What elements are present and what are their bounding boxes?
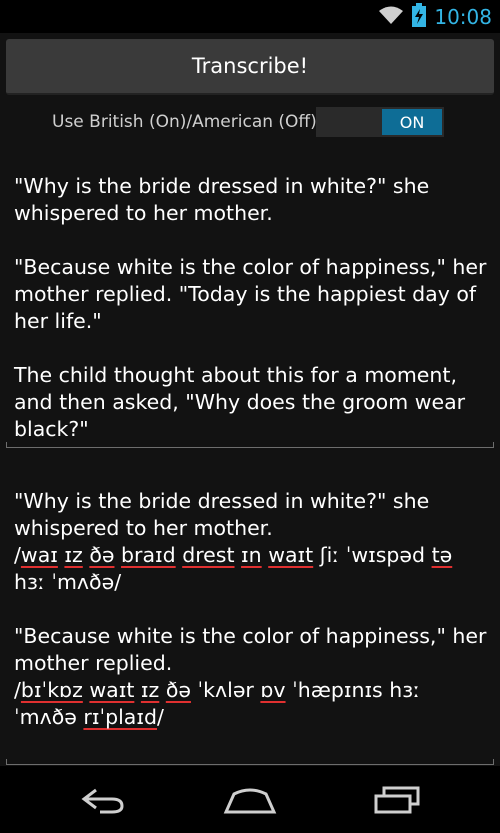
input-text-field[interactable]: "Why is the bride dressed in white?" she… xyxy=(14,173,488,443)
ipa-word-flagged: tə xyxy=(431,543,453,567)
ipa-text: ˈkʌlər xyxy=(190,678,261,702)
ipa-word-flagged: ɪn xyxy=(241,543,262,567)
switch-on-thumb[interactable]: ON xyxy=(382,109,442,135)
dialect-toggle-row: Use British (On)/American (Off) ON xyxy=(0,107,500,139)
status-icons: 10:08 xyxy=(378,0,492,33)
ipa-text: / xyxy=(157,705,164,729)
ipa-word-flagged: waɪt xyxy=(89,678,135,702)
ipa-transcription: /waɪ ɪz ðə braɪd drest ɪn waɪt ʃiː ˈwɪsp… xyxy=(14,542,488,596)
status-bar: 10:08 xyxy=(0,0,500,33)
navigation-bar xyxy=(0,766,500,833)
status-clock: 10:08 xyxy=(434,4,492,29)
dialect-toggle-label: Use British (On)/American (Off) xyxy=(52,112,317,132)
ipa-word-flagged: rɪˈplaɪd xyxy=(83,705,158,729)
output-underline xyxy=(6,759,494,765)
back-icon[interactable] xyxy=(78,786,138,814)
ipa-transcription: /bɪˈkɒz waɪt ɪz ðə ˈkʌlər ɒv ˈhæpɪnɪs hɜ… xyxy=(14,677,488,731)
recent-apps-icon[interactable] xyxy=(372,786,432,814)
ipa-text: hɜː ˈmʌðə/ xyxy=(14,570,122,594)
transcribe-button[interactable]: Transcribe! xyxy=(6,39,494,95)
ipa-word-flagged: drest xyxy=(182,543,235,567)
ipa-word-flagged: ðə xyxy=(165,678,191,702)
ipa-word-flagged: ɪz xyxy=(64,543,83,567)
ipa-word-flagged: waɪ xyxy=(20,543,58,567)
battery-charging-icon xyxy=(412,2,427,31)
dialect-switch[interactable]: ON xyxy=(316,107,444,137)
home-icon[interactable] xyxy=(222,786,282,814)
ipa-word-flagged: ðə xyxy=(89,543,115,567)
input-paragraph: The child thought about this for a momen… xyxy=(14,363,472,441)
ipa-word-flagged: ɪz xyxy=(140,678,160,702)
wifi-icon xyxy=(378,5,404,29)
output-text-field[interactable]: "Why is the bride dressed in white?" she… xyxy=(14,488,488,731)
output-paragraph: "Why is the bride dressed in white?" she… xyxy=(14,489,436,540)
ipa-text: ʃiː ˈwɪspəd xyxy=(313,543,432,567)
app-content: Transcribe! Use British (On)/American (O… xyxy=(0,33,500,766)
ipa-word-flagged: waɪt xyxy=(268,543,314,567)
ipa-word-flagged: braɪd xyxy=(121,543,176,567)
output-paragraph: "Because white is the color of happiness… xyxy=(14,624,493,675)
input-underline xyxy=(6,442,494,448)
input-paragraph: "Why is the bride dressed in white?" she… xyxy=(14,174,436,225)
input-paragraph: "Because white is the color of happiness… xyxy=(14,255,493,333)
ipa-word-flagged: bɪˈkɒz xyxy=(20,678,83,702)
ipa-text: / xyxy=(14,678,21,702)
ipa-text: / xyxy=(14,543,21,567)
ipa-word-flagged: ɒv xyxy=(260,678,286,702)
